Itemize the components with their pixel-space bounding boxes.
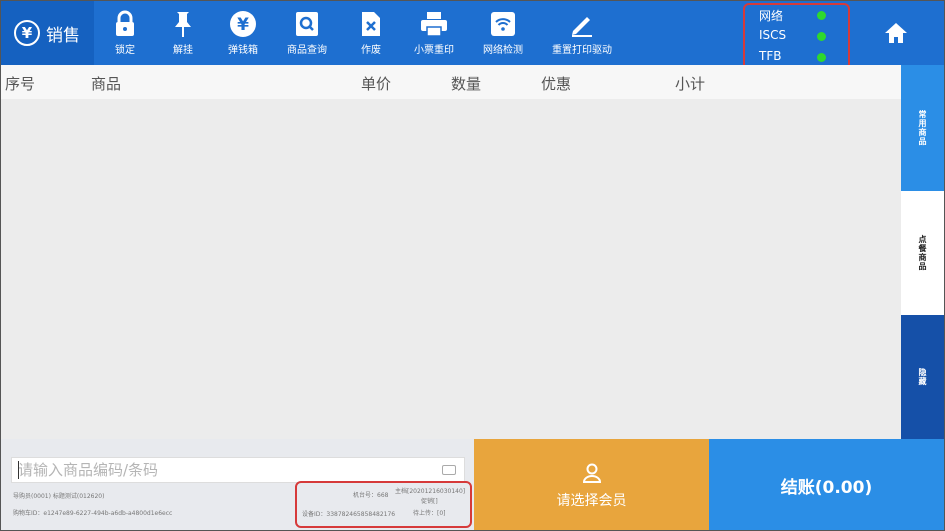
iscs-status-label: ISCS (759, 28, 787, 42)
column-index: 序号 (5, 75, 36, 93)
void-label: 作废 (361, 45, 381, 56)
pending-upload: 待上传：[0] (413, 510, 446, 517)
cash-drawer-label: 弹钱箱 (228, 45, 258, 56)
wifi-icon (488, 9, 518, 39)
tab-hide[interactable]: 隐藏 (901, 315, 944, 439)
barcode-input[interactable] (12, 458, 432, 482)
tab-order-products[interactable]: 点餐商品 (901, 191, 944, 315)
cashier-info: 导购员(0001) 标题测试(012620) (13, 493, 105, 500)
checkout-button[interactable]: 结账(0.00) (709, 439, 944, 530)
keyboard-icon[interactable] (442, 465, 456, 475)
lock-icon (110, 9, 140, 39)
network-status-dot (817, 11, 826, 20)
column-quantity: 数量 (451, 75, 482, 93)
barcode-search-box[interactable] (11, 457, 465, 483)
device-id: 设备ID：338782465858482176 (302, 511, 396, 518)
svg-text:¥: ¥ (237, 15, 249, 35)
cart-table-body (1, 99, 901, 439)
product-search-label: 商品查询 (287, 45, 327, 56)
void-document-icon (356, 9, 386, 39)
pencil-icon (567, 9, 597, 39)
input-panel: 导购员(0001) 标题测试(012620) 购物车ID：e1247e89-62… (1, 439, 474, 530)
pos-sales-screen: ¥ 销售 锁定 解挂 ¥ 弹钱箱 商品查询 作废 小票重印 网络检测 重置打印驱… (0, 0, 945, 531)
iscs-status-dot (817, 32, 826, 41)
device-info-box: 机台号：668 主档[20201216030140] 促销[] 设备ID：338… (295, 481, 472, 528)
cash-drawer-button[interactable]: ¥ 弹钱箱 (226, 9, 260, 59)
user-icon (582, 463, 601, 483)
top-toolbar: ¥ 销售 锁定 解挂 ¥ 弹钱箱 商品查询 作废 小票重印 网络检测 重置打印驱… (1, 1, 944, 71)
text-caret (18, 461, 19, 479)
column-unit-price: 单价 (361, 75, 392, 93)
sales-title: 销售 (46, 25, 80, 46)
lock-button[interactable]: 锁定 (111, 9, 139, 59)
tfb-status-label: TFB (759, 49, 782, 63)
column-discount: 优惠 (541, 75, 572, 93)
reset-print-driver-button[interactable]: 重置打印驱动 (551, 9, 613, 59)
network-status-label: 网络 (759, 9, 784, 23)
reprint-receipt-button[interactable]: 小票重印 (413, 9, 455, 59)
network-check-label: 网络检测 (483, 45, 523, 56)
unhold-button[interactable]: 解挂 (169, 9, 197, 59)
tab-common-products[interactable]: 常用商品 (901, 65, 944, 191)
column-product: 商品 (91, 75, 122, 93)
sales-brand[interactable]: ¥ 销售 (1, 1, 94, 65)
home-icon (885, 23, 907, 43)
main-version: 主档[20201216030140] (395, 488, 466, 495)
cart-table-header: 序号 商品 单价 数量 优惠 小计 (1, 65, 901, 99)
printer-icon (419, 9, 449, 39)
reprint-receipt-label: 小票重印 (414, 45, 454, 56)
select-member-button[interactable]: 请选择会员 (474, 439, 709, 530)
version-status: 促销[] (421, 498, 438, 505)
cart-id-info: 购物车ID：e1247e89-6227-494b-a6db-a4800d1e6e… (13, 510, 173, 517)
terminal-number: 机台号：668 (353, 492, 389, 499)
product-search-icon (292, 9, 322, 39)
reset-print-driver-label: 重置打印驱动 (552, 45, 612, 56)
unhold-label: 解挂 (173, 45, 193, 56)
lock-label: 锁定 (115, 45, 135, 56)
tfb-status-dot (817, 53, 826, 62)
select-member-label: 请选择会员 (556, 492, 627, 509)
home-button[interactable] (881, 19, 911, 47)
yen-icon: ¥ (14, 20, 40, 46)
status-indicators: 网络 ISCS TFB (743, 3, 850, 71)
column-subtotal: 小计 (675, 75, 706, 93)
network-check-button[interactable]: 网络检测 (482, 9, 524, 59)
pin-icon (168, 9, 198, 39)
void-button[interactable]: 作废 (357, 9, 385, 59)
product-search-button[interactable]: 商品查询 (286, 9, 328, 59)
cash-drawer-icon: ¥ (228, 9, 258, 39)
